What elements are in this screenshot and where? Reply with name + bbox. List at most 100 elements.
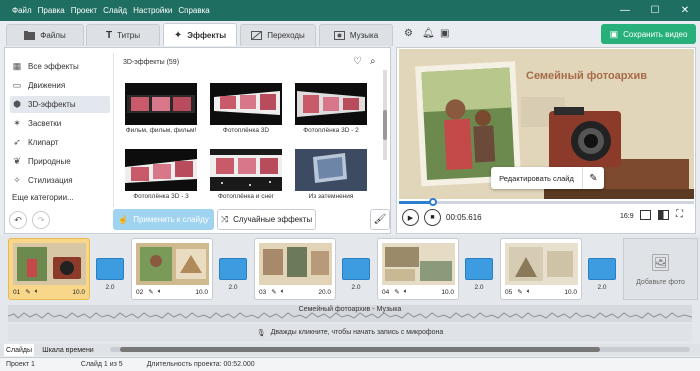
pencil-icon[interactable]: ✎	[148, 288, 153, 296]
close-icon[interactable]: ✕	[670, 5, 700, 16]
slide-card[interactable]: 01 ✎ 🔈︎ 10.0	[8, 238, 90, 300]
effects-scrollbar[interactable]	[383, 70, 387, 160]
pencil-icon[interactable]: ✎	[25, 288, 30, 296]
hand-icon: ☝	[118, 215, 129, 224]
sidebar-item-flares[interactable]: ✶ Засветки	[10, 115, 110, 132]
effect-thumb[interactable]	[295, 149, 367, 191]
folder-icon	[24, 31, 36, 40]
playback-time: 00:05.616	[446, 213, 482, 222]
undo-icon: ↶	[14, 214, 22, 225]
status-slide: Слайд 1 из 5	[80, 361, 123, 368]
save-video-button[interactable]: ▣ Сохранить видео	[601, 24, 696, 44]
favorite-icon[interactable]: ♡	[353, 56, 362, 67]
timeline-scrollbar[interactable]	[110, 347, 690, 352]
effect-thumb[interactable]	[210, 83, 282, 125]
preview-title: Семейный фотоархив	[526, 70, 648, 82]
effect-caption: Фотоплёнка 3D	[222, 127, 270, 134]
tab-timeline[interactable]: Шкала времени	[38, 344, 98, 356]
menu-project[interactable]: Проект	[71, 6, 97, 15]
minimize-icon[interactable]: —	[610, 5, 640, 16]
transition-thumb[interactable]	[96, 258, 124, 280]
search-icon[interactable]: ⌕	[370, 56, 376, 67]
menu-edit[interactable]: Правка	[38, 6, 65, 15]
slide-card[interactable]: 03 ✎ 🔈︎ 20.0	[254, 238, 336, 300]
aspect-ratio-toggle[interactable]: 16:9	[620, 213, 634, 220]
apply-to-slide-button[interactable]: ☝ Применить к слайду	[113, 209, 214, 230]
menu-bar: Файл Правка Проект Слайд Настройки Справ…	[6, 6, 210, 15]
flare-icon: ✶	[13, 118, 21, 128]
clear-effect-button[interactable]: 🖌︎	[370, 209, 390, 230]
edit-slide-button[interactable]: Редактировать слайд ✎	[491, 167, 604, 189]
effect-thumb[interactable]	[210, 149, 282, 191]
effect-caption: Из затемнения	[308, 193, 354, 200]
slide-card[interactable]: 02 ✎ 🔈︎ 10.0	[131, 238, 213, 300]
stop-icon: ■	[430, 214, 435, 221]
speaker-icon[interactable]: 🔈︎	[404, 288, 408, 296]
screen-icon[interactable]	[658, 210, 669, 220]
maximize-icon[interactable]: ☐	[640, 5, 670, 16]
play-button[interactable]: ▶	[402, 209, 419, 226]
gallery-icon[interactable]: ▣	[440, 28, 449, 39]
tab-transitions[interactable]: Переходы	[240, 24, 316, 46]
random-effects-button[interactable]: ⤨ Случайные эффекты	[217, 209, 316, 230]
menu-slide[interactable]: Слайд	[103, 6, 127, 15]
transition-icon	[251, 31, 263, 40]
play-icon: ▶	[407, 214, 414, 222]
effects-sidebar: ▦ Все эффекты ▭ Движения ⬢ 3D-эффекты ✶ Засв…	[10, 58, 110, 208]
progress-handle[interactable]	[429, 198, 437, 206]
menu-settings[interactable]: Настройки	[133, 6, 172, 15]
microphone-icon: 🎙︎	[256, 329, 266, 337]
music-icon	[333, 31, 345, 40]
redo-button[interactable]: ↷	[32, 211, 50, 229]
effects-grid: 3D-эффекты (59) ♡ ⌕ Фильм, фильм, фильм!…	[113, 53, 383, 207]
tab-slides[interactable]: Слайды	[4, 344, 34, 356]
menu-help[interactable]: Справка	[178, 6, 209, 15]
sidebar-item-nature[interactable]: ❦ Природные	[10, 153, 110, 170]
undo-button[interactable]: ↶	[9, 211, 27, 229]
speaker-icon[interactable]: 🔈︎	[35, 288, 39, 296]
sidebar-item-more-categories[interactable]: Еще категории...	[10, 189, 110, 206]
pencil-icon[interactable]: ✎	[517, 288, 522, 296]
gear-icon[interactable]: ⚙	[404, 28, 413, 39]
transition-thumb[interactable]	[588, 258, 616, 280]
sidebar-item-clipart[interactable]: ➶ Клипарт	[10, 134, 110, 151]
pencil-icon[interactable]: ✎	[271, 288, 276, 296]
sidebar-item-all-effects[interactable]: ▦ Все эффекты	[10, 58, 110, 75]
status-bar: Проект 1 Слайд 1 из 5 Длительность проек…	[0, 357, 700, 371]
sidebar-item-motions[interactable]: ▭ Движения	[10, 77, 110, 94]
microphone-track[interactable]: 🎙︎ Дважды кликните, чтобы начать запись …	[8, 324, 692, 341]
effect-thumb[interactable]	[295, 83, 367, 125]
sidebar-item-stylize[interactable]: ✧ Стилизация	[10, 172, 110, 189]
playback-progress[interactable]	[399, 201, 694, 204]
fullscreen-icon[interactable]: ⛶	[676, 209, 683, 220]
effect-thumb[interactable]	[125, 149, 197, 191]
sidebar-item-3d-effects[interactable]: ⬢ 3D-эффекты	[10, 96, 110, 113]
add-photo-button[interactable]: 🖼︎ Добавьте фото	[623, 238, 698, 300]
slide-card[interactable]: 04 ✎ 🔈︎ 10.0	[377, 238, 459, 300]
film-icon: ▣	[609, 28, 619, 39]
tab-effects[interactable]: ✦ Эффекты	[163, 23, 237, 46]
rocket-icon: ➶	[13, 137, 21, 147]
menu-file[interactable]: Файл	[12, 6, 32, 15]
speaker-icon[interactable]: 🔈︎	[527, 288, 531, 296]
effect-thumb[interactable]	[125, 83, 197, 125]
speaker-icon[interactable]: 🔈︎	[281, 288, 285, 296]
bell-icon[interactable]: 🔔︎	[422, 28, 435, 39]
transition-thumb[interactable]	[465, 258, 493, 280]
tab-files[interactable]: Файлы	[6, 24, 84, 46]
slide-number: 01	[13, 288, 21, 296]
transition-duration: 2.0	[228, 284, 238, 291]
redo-icon: ↷	[37, 214, 45, 225]
transition-thumb[interactable]	[219, 258, 247, 280]
transition-duration: 2.0	[351, 284, 361, 291]
speaker-icon[interactable]: 🔈︎	[158, 288, 162, 296]
tab-titles[interactable]: T Титры	[86, 24, 160, 46]
transition-thumb[interactable]	[342, 258, 370, 280]
slide-card[interactable]: 05 ✎ 🔈︎ 10.0	[500, 238, 582, 300]
tab-music[interactable]: Музыка	[319, 24, 393, 46]
pencil-icon[interactable]: ✎	[394, 288, 399, 296]
frame-icon[interactable]	[640, 210, 651, 220]
stop-button[interactable]: ■	[424, 209, 441, 226]
effect-caption: Фотоплёнка 3D - 2	[303, 127, 359, 134]
shuffle-icon: ⤨	[220, 214, 229, 224]
